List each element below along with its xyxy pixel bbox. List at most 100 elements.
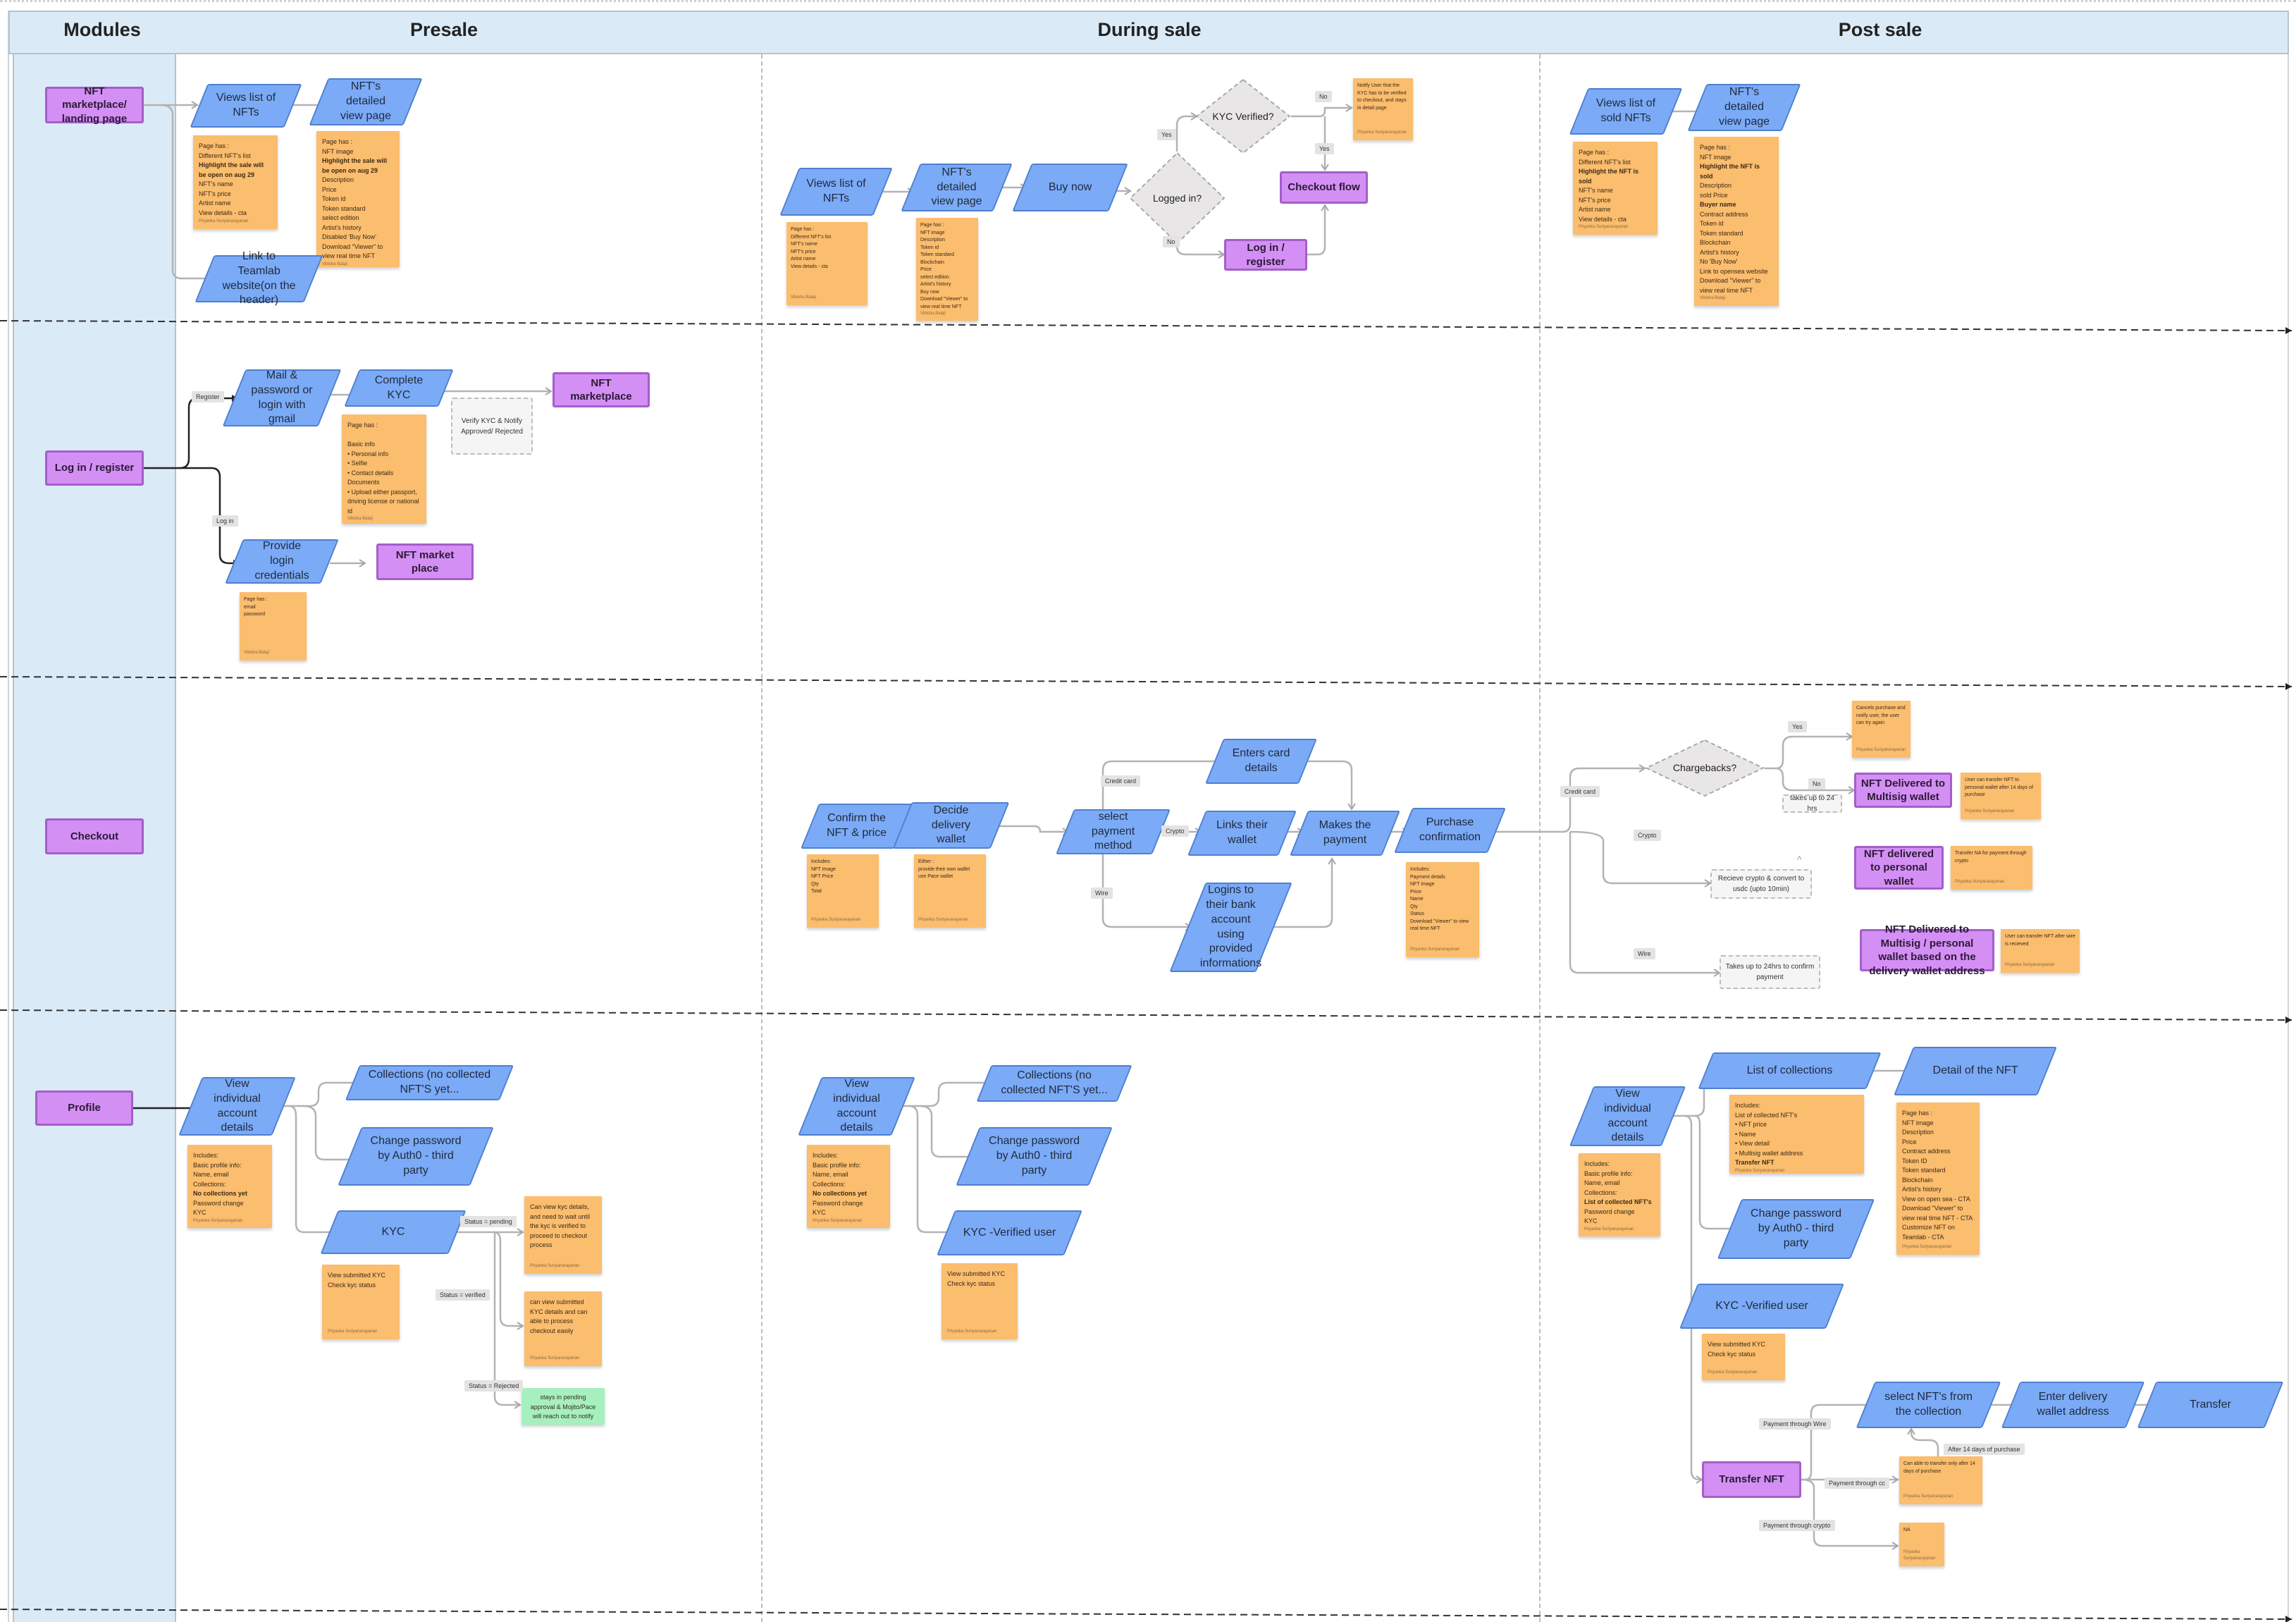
r2-market-label: NFT marketplace	[570, 376, 632, 403]
note-line: KYC	[1584, 1217, 1598, 1224]
note-line: Token id	[1700, 220, 1724, 227]
r3-purchase-note-sticky-note: Includes: Payment details NFT image Price Na…	[1406, 862, 1479, 957]
r2-kyc-label: Complete KYC	[374, 374, 424, 401]
r4-post-view-process-step[interactable]: View individual account details	[1581, 1086, 1674, 1146]
r1-post-detail-process-step[interactable]: NFT's detailed view page	[1697, 84, 1791, 131]
note-author: Vibisha Balaji	[791, 295, 816, 300]
note-line: Transfer NA for payment through crypto	[1955, 851, 2027, 864]
r1-dur-detail-note-sticky-note: Page has : NFT image Description Token id To…	[916, 218, 978, 321]
edge-label-r1-no1: No	[1163, 236, 1180, 247]
r1-mod-terminal-box[interactable]: NFT marketplace/ landing page	[45, 85, 144, 125]
r2-market2-terminal-box[interactable]: NFT market place	[376, 543, 474, 580]
r3-receive-annotation-box[interactable]: Recieve crypto & convert to usdc (upto 1…	[1710, 869, 1812, 899]
note-line: • NFT price	[1735, 1121, 1767, 1128]
r4-post-pw-process-step[interactable]: Change password by Auth0 - third party	[1729, 1199, 1863, 1259]
r3-chargebacks-decision[interactable]: Chargebacks?	[1645, 739, 1765, 797]
r3-purchase-process-step[interactable]: Purchase confirmation	[1403, 808, 1497, 853]
note-line: Download "Viewer" to view real time NFT	[322, 242, 383, 260]
note-line: Price	[920, 267, 932, 272]
r4-dur-kyc-process-step[interactable]: KYC -Verified user	[946, 1210, 1073, 1255]
r4-pre-kyc-process-step[interactable]: KYC	[329, 1210, 457, 1254]
note-line: Total	[811, 889, 822, 894]
r4-enter-wallet-process-step[interactable]: Enter delivery wallet address	[2011, 1382, 2135, 1428]
r3-personal-terminal-box[interactable]: NFT delivered to personal wallet	[1854, 846, 1944, 890]
r2-kyc-process-step[interactable]: Complete KYC	[352, 369, 446, 407]
r3-confirm-process-step[interactable]: Confirm the NFT & price	[810, 804, 903, 849]
r2-market2-label: NFT market place	[395, 548, 455, 575]
note-line: Artist's history	[322, 223, 362, 231]
note-line: NFT image	[1700, 153, 1732, 161]
r4-mod-terminal-box[interactable]: Profile	[35, 1090, 133, 1126]
r1-pre-detail-process-step[interactable]: NFT's detailed view page	[319, 78, 413, 125]
r3-mod-terminal-box[interactable]: Checkout	[45, 818, 144, 854]
r1-dur-logged-decision[interactable]: Logged in?	[1129, 152, 1226, 245]
note-line: Includes:	[1410, 867, 1431, 872]
r4-verified-note-sticky-note: can view submitted KYC details and can a…	[524, 1291, 602, 1366]
r3-select-label: select payment method	[1091, 810, 1135, 852]
connector-arrow	[1493, 764, 1646, 833]
r4-pre-view-process-step[interactable]: View individual account details	[190, 1077, 284, 1136]
r4-pre-pw-process-step[interactable]: Change password by Auth0 - third party	[350, 1127, 482, 1186]
r1-pre-teamlab-process-step[interactable]: Link to Teamlab website(on the header)	[204, 250, 314, 306]
note-line: Either :	[918, 859, 934, 864]
note-line: email	[244, 604, 256, 610]
r1-dur-checkout-terminal-box[interactable]: Checkout flow	[1280, 171, 1368, 204]
r3-24hrs-annotation-box[interactable]: takes up to 24 hrs	[1782, 794, 1842, 813]
note-line: Customize NFT on Teamlab - CTA	[1902, 1224, 1955, 1241]
r4-select-nfts-process-step[interactable]: select NFT's from the collection	[1865, 1382, 1992, 1428]
note-line: Download "Viewer" to view real time NFT	[1410, 918, 1469, 932]
note-line: • Selfie	[347, 460, 368, 467]
note-author: Priyanka Suriyanarayanan	[811, 918, 861, 922]
r2-market-terminal-box[interactable]: NFT marketplace	[553, 372, 650, 407]
r3-links-process-step[interactable]: Links their wallet	[1197, 811, 1288, 856]
note-line: Basic profile info:	[1584, 1169, 1633, 1177]
r4-dur-view-process-step[interactable]: View individual account details	[810, 1077, 903, 1136]
r1-dur-list-process-step[interactable]: Views list of NFTs	[789, 168, 883, 216]
r4-post-detail-process-step[interactable]: Detail of the NFT	[1903, 1047, 2047, 1095]
r1-pre-list-process-step[interactable]: Views list of NFTs	[199, 84, 293, 128]
r3-wire-confirm-annotation-box[interactable]: Takes up to 24hrs to confirm payment	[1720, 955, 1820, 989]
edge-label-r3-wire: Wire	[1091, 887, 1113, 899]
note-line: Contract address	[1902, 1148, 1951, 1155]
r4-post-list-process-step[interactable]: List of collections	[1705, 1052, 1874, 1089]
r4-pre-coll-process-step[interactable]: Collections (no collected NFT'S yet...	[352, 1065, 507, 1100]
note-line: List of collected NFT's	[1735, 1111, 1798, 1119]
r1-dur-buy-process-step[interactable]: Buy now	[1022, 164, 1118, 211]
note-line: Download "Viewer" to view real time NFT	[1700, 277, 1761, 294]
r1-post-list-process-step[interactable]: Views list of sold NFTs	[1579, 88, 1673, 135]
r3-select-process-step[interactable]: select payment method	[1065, 809, 1161, 854]
r3-links-label: Links their wallet	[1216, 819, 1268, 846]
r4-transfer-nft-terminal-box[interactable]: Transfer NFT	[1702, 1461, 1801, 1498]
r3-card-process-step[interactable]: Enters card details	[1214, 739, 1308, 784]
r4-post-kyc-note-sticky-note: View submitted KYC Check kyc status Priyan…	[1702, 1334, 1785, 1380]
r1-dur-detail-process-step[interactable]: NFT's detailed view page	[911, 164, 1003, 211]
note-line: Collections:	[193, 1180, 226, 1188]
r2-verify-annotation-box[interactable]: Verify KYC & Notify Approved/ Rejected	[451, 398, 533, 455]
note-line: Check kyc status	[1708, 1350, 1756, 1358]
note-line: No collections yet	[193, 1190, 248, 1197]
note-line: View details - cta	[791, 264, 828, 269]
r3-makes-process-step[interactable]: Makes the payment	[1299, 811, 1391, 856]
r2-mail-process-step[interactable]: Mail & password or login with gmail	[234, 369, 330, 426]
r3-multi-personal-terminal-box[interactable]: NFT Delivered to Multisig / personal wal…	[1860, 923, 1994, 977]
r4-post-kyc-process-step[interactable]: KYC -Verified user	[1689, 1284, 1835, 1329]
note-line: Page has :	[199, 142, 230, 149]
r2-mod-terminal-box[interactable]: Log in / register	[45, 450, 144, 486]
r1-dur-login-terminal-box[interactable]: Log in / register	[1224, 239, 1307, 271]
note-line: Download "Viewer" to view real time NFT	[920, 297, 968, 309]
r4-dur-coll-process-step[interactable]: Collections (no collected NFT'S yet...	[984, 1065, 1125, 1102]
r2-provide-process-step[interactable]: Provide login credentials	[234, 539, 330, 584]
note-author: Priyanka Suriyanarayanan	[1903, 1494, 1954, 1499]
r3-decide-label: Decide delivery wallet	[931, 804, 971, 846]
connector-arrow	[1175, 112, 1198, 152]
note-line: Token ID	[1902, 1157, 1927, 1165]
r3-decide-process-step[interactable]: Decide delivery wallet	[902, 802, 1000, 849]
r4-transfer-process-step[interactable]: Transfer	[2147, 1382, 2274, 1428]
note-line: Password change	[813, 1199, 863, 1207]
r3-bank-process-step[interactable]: Logins to their bank account using provi…	[1187, 883, 1274, 972]
r4-dur-pw-process-step[interactable]: Change password by Auth0 - third party	[968, 1127, 1101, 1186]
note-author: Vibisha Balaji	[1700, 296, 1725, 300]
r4-transfer-nft-label: Transfer NFT	[1719, 1473, 1784, 1486]
r3-multisig-terminal-box[interactable]: NFT Delivered to Multisig wallet	[1854, 773, 1952, 808]
r1-dur-kyc-decision[interactable]: KYC Verified?	[1195, 78, 1291, 154]
